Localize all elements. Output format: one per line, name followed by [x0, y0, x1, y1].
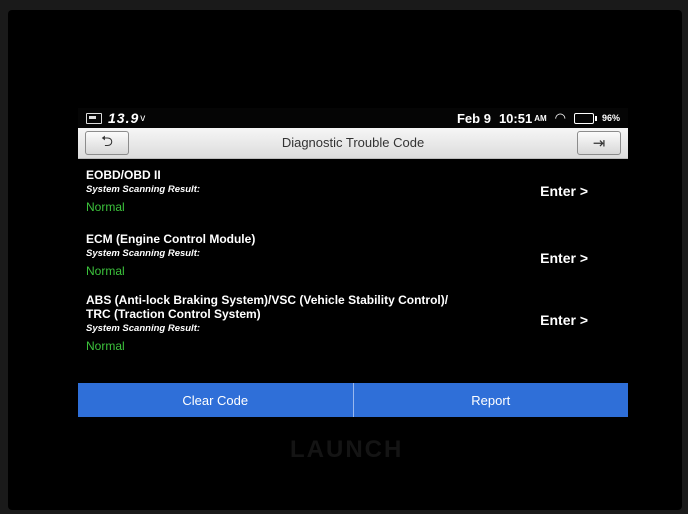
enter-button[interactable]: Enter >: [540, 183, 588, 199]
enter-button[interactable]: Enter >: [540, 312, 588, 328]
brand-logo: LAUNCH: [290, 436, 404, 463]
status-normal: Normal: [86, 339, 125, 353]
status-normal: Normal: [86, 264, 125, 278]
result-item-abs[interactable]: ABS (Anti-lock Braking System)/VSC (Vehi…: [78, 286, 628, 368]
battery-percent: 96%: [601, 113, 620, 123]
date-label: Feb 9: [456, 110, 491, 126]
status-normal: Normal: [86, 200, 125, 214]
result-item-eobd[interactable]: EOBD/OBD II System Scanning Result: Norm…: [78, 158, 628, 222]
title-bar: ⮌ Diagnostic Trouble Code ⇥: [78, 128, 628, 159]
device-screen: 13.9 v Feb 9 10:51 AM ◠ 96% ⮌ Diagnostic…: [78, 108, 628, 420]
clear-code-button[interactable]: Clear Code: [78, 383, 353, 417]
voltage-unit: v: [140, 112, 146, 124]
car-battery-icon: [86, 112, 102, 124]
battery-icon: [573, 112, 597, 124]
voltage-value: 13.9: [108, 110, 140, 126]
report-button[interactable]: Report: [354, 383, 629, 417]
ampm-label: AM: [534, 113, 547, 123]
exit-button[interactable]: ⇥: [577, 131, 621, 155]
scan-results-list: EOBD/OBD II System Scanning Result: Norm…: [78, 158, 628, 368]
result-item-ecm[interactable]: ECM (Engine Control Module) System Scann…: [78, 222, 628, 286]
status-bar: 13.9 v Feb 9 10:51 AM ◠ 96%: [78, 108, 628, 128]
time-label: 10:51: [498, 110, 533, 126]
voltage-indicator: 13.9 v: [86, 110, 145, 126]
system-name: ECM (Engine Control Module): [86, 232, 256, 246]
exit-icon: ⇥: [592, 135, 606, 152]
system-name-line1: ABS (Anti-lock Braking System)/VSC (Vehi…: [86, 293, 449, 307]
enter-button[interactable]: Enter >: [540, 250, 588, 266]
page-title: Diagnostic Trouble Code: [281, 135, 425, 150]
system-name: EOBD/OBD II: [86, 168, 161, 182]
wifi-icon: ◠: [554, 110, 566, 125]
action-bar: Clear Code Report: [78, 383, 628, 417]
system-status: Feb 9 10:51 AM ◠ 96%: [457, 110, 620, 126]
